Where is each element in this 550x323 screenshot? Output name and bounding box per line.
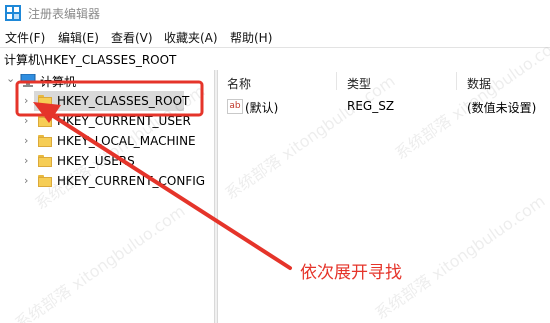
chevron-down-icon[interactable]: ⌄ (6, 73, 16, 85)
tree-item-hkey-users[interactable]: › HKEY_USERS (0, 151, 214, 171)
folder-icon (38, 155, 52, 167)
tree-item-hkey-local-machine[interactable]: › HKEY_LOCAL_MACHINE (0, 131, 214, 151)
window-title: 注册表编辑器 (28, 7, 101, 21)
folder-icon (38, 135, 52, 147)
column-separator[interactable] (456, 72, 457, 90)
tree-root[interactable]: ⌄ 计算机 (0, 70, 214, 90)
computer-icon (20, 74, 36, 87)
menu-help[interactable]: 帮助(H) (230, 29, 272, 46)
tree-item-hkey-current-user[interactable]: › HKEY_CURRENT_USER (0, 111, 214, 131)
address-bar[interactable]: 计算机\HKEY_CLASSES_ROOT (0, 47, 550, 71)
column-header-type[interactable]: 类型 (347, 75, 371, 92)
menu-favorites[interactable]: 收藏夹(A) (164, 29, 218, 46)
tree-pane[interactable]: ⌄ 计算机 › HKEY_CLASSES_ROOT › HKEY_CURRENT… (0, 70, 214, 323)
tree-item-hkey-current-config[interactable]: › HKEY_CURRENT_CONFIG (0, 171, 214, 191)
chevron-right-icon[interactable]: › (24, 115, 34, 127)
value-name: (默认) (245, 101, 279, 115)
value-type: REG_SZ (347, 99, 395, 113)
values-list[interactable]: 名称 类型 数据 ab (默认) REG_SZ (数值未设置) (218, 70, 550, 323)
title-bar: 注册表编辑器 (0, 0, 550, 26)
menu-edit[interactable]: 编辑(E) (58, 29, 99, 46)
chevron-right-icon[interactable]: › (24, 135, 34, 147)
column-header-data[interactable]: 数据 (467, 75, 491, 92)
column-header-name[interactable]: 名称 (227, 75, 251, 92)
address-path[interactable]: 计算机\HKEY_CLASSES_ROOT (4, 51, 176, 68)
table-row[interactable]: ab (默认) REG_SZ (数值未设置) (218, 96, 550, 116)
folder-icon (38, 175, 52, 187)
tree-root-label: 计算机 (40, 75, 77, 89)
menu-file[interactable]: 文件(F) (5, 29, 45, 46)
folder-icon (38, 95, 52, 107)
string-value-icon: ab (227, 99, 243, 114)
regedit-icon (5, 5, 21, 21)
tree-item-label: HKEY_CURRENT_CONFIG (57, 174, 206, 188)
chevron-right-icon[interactable]: › (24, 95, 34, 107)
tree-item-label: HKEY_LOCAL_MACHINE (57, 134, 196, 148)
folder-icon (38, 115, 52, 127)
value-data: (数值未设置) (467, 101, 537, 115)
chevron-right-icon[interactable]: › (24, 175, 34, 187)
chevron-right-icon[interactable]: › (24, 155, 34, 167)
menu-view[interactable]: 查看(V) (111, 29, 153, 46)
tree-item-label: HKEY_CURRENT_USER (57, 114, 191, 128)
menu-bar: 文件(F) 编辑(E) 查看(V) 收藏夹(A) 帮助(H) (0, 26, 550, 47)
column-separator[interactable] (336, 72, 337, 90)
tree-item-hkey-classes-root[interactable]: › HKEY_CLASSES_ROOT (0, 91, 214, 111)
annotation-text: 依次展开寻找 (300, 263, 402, 283)
tree-item-label: HKEY_CLASSES_ROOT (57, 94, 190, 108)
tree-item-label: HKEY_USERS (57, 154, 135, 168)
